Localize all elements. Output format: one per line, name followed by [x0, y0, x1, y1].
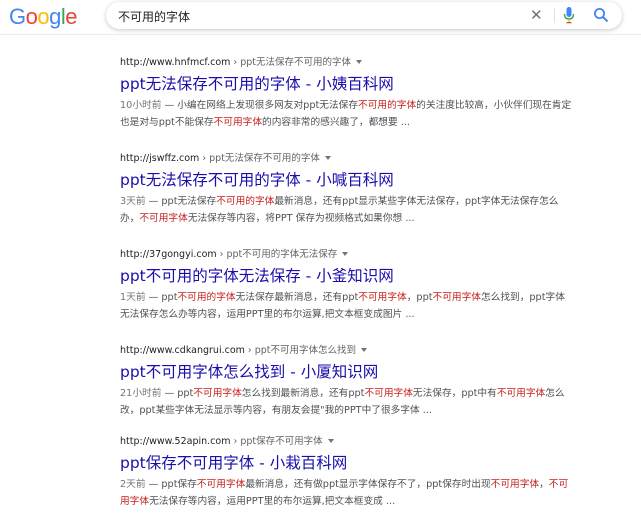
snippet-text: 无法保存等内容，将PPT 保存为视频格式如果你想 ...: [187, 213, 415, 224]
result-snippet: 1天前 — ppt不可用的字体无法保存最新消息，还有ppt不可用字体，ppt不可…: [120, 289, 572, 323]
result-item: http://www.52apin.com › ppt保存不可用字体 ppt保存…: [120, 436, 580, 510]
close-icon[interactable]: ✕: [530, 5, 543, 25]
snippet-text: — ppt保存: [145, 479, 197, 490]
chevron-down-icon[interactable]: [361, 348, 368, 352]
chevron-down-icon[interactable]: [356, 60, 363, 64]
search-box[interactable]: 不可用的字体 ✕: [106, 2, 622, 29]
snippet-text: — ppt: [161, 388, 194, 399]
result-url[interactable]: http://jswffz.com › ppt无法保存不可用的字体: [120, 153, 580, 165]
snippet-highlight: 不可用字体: [358, 292, 407, 303]
result-site: http://www.cdkangrui.com: [120, 345, 245, 356]
logo-letter: o: [37, 4, 50, 29]
snippet-highlight: 不可用的字体: [358, 100, 417, 111]
result-breadcrumb: › ppt不可用字体怎么找到: [244, 345, 357, 356]
snippet-text: 的内容非常的感兴趣了，都想要 ...: [262, 117, 410, 128]
result-breadcrumb: › ppt不可用的字体无法保存: [216, 249, 338, 260]
result-item: http://www.cdkangrui.com › ppt不可用字体怎么找到 …: [120, 345, 580, 419]
search-header: Google 不可用的字体 ✕: [0, 0, 641, 35]
microphone-icon[interactable]: [563, 6, 575, 24]
logo-letter: e: [65, 4, 78, 29]
snippet-text: ，: [539, 479, 549, 490]
snippet-highlight: 不可用字体: [196, 479, 246, 490]
snippet-text: — ppt: [145, 292, 178, 303]
snippet-text: ，ppt: [406, 292, 433, 303]
magnifier-icon[interactable]: [593, 6, 609, 24]
snippet-text: 怎么找到最新消息，还有ppt: [241, 388, 365, 399]
logo-letter: G: [9, 4, 26, 29]
snippet-text: — ppt无法保存: [145, 196, 217, 207]
snippet-text: 最新消息，还有做ppt显示字体保存不了，ppt保存时出现: [245, 479, 491, 490]
result-url[interactable]: http://www.52apin.com › ppt保存不可用字体: [120, 436, 580, 448]
result-item: http://37gongyi.com › ppt不可用的字体无法保存 ppt不…: [120, 249, 580, 323]
logo-letter: o: [25, 4, 38, 29]
snippet-text: 无法保存，ppt中有: [412, 388, 497, 399]
chevron-down-icon[interactable]: [327, 439, 334, 443]
result-site: http://www.52apin.com: [120, 436, 231, 447]
result-site: http://www.hnfmcf.com: [120, 57, 231, 68]
result-snippet: 21小时前 — ppt不可用字体怎么找到最新消息，还有ppt不可用字体无法保存，…: [120, 385, 572, 419]
result-url[interactable]: http://www.cdkangrui.com › ppt不可用字体怎么找到: [120, 345, 580, 357]
result-snippet: 10小时前 — 小编在网络上发现很多网友对ppt无法保存不可用的字体的关注度比较…: [120, 97, 572, 131]
snippet-highlight: 不可用字体: [193, 388, 242, 399]
result-site: http://37gongyi.com: [120, 249, 217, 260]
snippet-highlight: 不可用的字体: [216, 196, 275, 207]
result-item: http://jswffz.com › ppt无法保存不可用的字体 ppt无法保…: [120, 153, 580, 227]
chevron-down-icon[interactable]: [324, 156, 331, 160]
result-title-link[interactable]: ppt无法保存不可用的字体 - 小喊百科网: [120, 170, 580, 190]
result-breadcrumb: › ppt无法保存不可用的字体: [230, 57, 352, 68]
snippet-highlight: 不可用字体: [213, 117, 263, 128]
snippet-highlight: 不可用字体: [432, 292, 481, 303]
result-breadcrumb: › ppt保存不可用字体: [230, 436, 323, 447]
result-title-link[interactable]: ppt无法保存不可用的字体 - 小姨百科网: [120, 74, 580, 94]
result-snippet: 3天前 — ppt无法保存不可用的字体最新消息，还有ppt显示某些字体无法保存，…: [120, 193, 572, 227]
snippet-highlight: 不可用字体: [496, 388, 546, 399]
search-input[interactable]: 不可用的字体: [118, 8, 190, 25]
google-logo[interactable]: Google: [9, 4, 78, 30]
result-title-link[interactable]: ppt保存不可用字体 - 小栽百科网: [120, 453, 580, 473]
snippet-highlight: 不可用字体: [139, 213, 188, 224]
snippet-text: — 小编在网络上发现很多网友对ppt无法保存: [161, 100, 359, 111]
result-date: 21小时前: [120, 388, 162, 399]
snippet-highlight: 不可用字体: [490, 479, 540, 490]
logo-letter: g: [49, 4, 61, 29]
result-date: 1天前: [120, 292, 146, 303]
result-title-link[interactable]: ppt不可用字体怎么找到 - 小厦知识网: [120, 362, 580, 382]
result-date: 2天前: [120, 479, 146, 490]
snippet-text: 无法保存等内容，运用PPT里的布尔运算,把文本框变成 ...: [149, 496, 396, 507]
snippet-highlight: 不可用的字体: [177, 292, 236, 303]
result-item: http://www.hnfmcf.com › ppt无法保存不可用的字体 pp…: [120, 57, 580, 131]
result-url[interactable]: http://37gongyi.com › ppt不可用的字体无法保存: [120, 249, 580, 261]
chevron-down-icon[interactable]: [342, 252, 349, 256]
snippet-highlight: 不可用字体: [364, 388, 413, 399]
snippet-text: 无法保存最新消息，还有ppt: [235, 292, 359, 303]
result-site: http://jswffz.com: [120, 153, 200, 164]
result-date: 3天前: [120, 196, 146, 207]
result-url[interactable]: http://www.hnfmcf.com › ppt无法保存不可用的字体: [120, 57, 580, 69]
search-box-divider: [554, 8, 555, 23]
result-date: 10小时前: [120, 100, 162, 111]
result-breadcrumb: › ppt无法保存不可用的字体: [199, 153, 320, 164]
result-title-link[interactable]: ppt不可用的字体无法保存 - 小釜知识网: [120, 266, 580, 286]
result-snippet: 2天前 — ppt保存不可用字体最新消息，还有做ppt显示字体保存不了，ppt保…: [120, 476, 572, 510]
